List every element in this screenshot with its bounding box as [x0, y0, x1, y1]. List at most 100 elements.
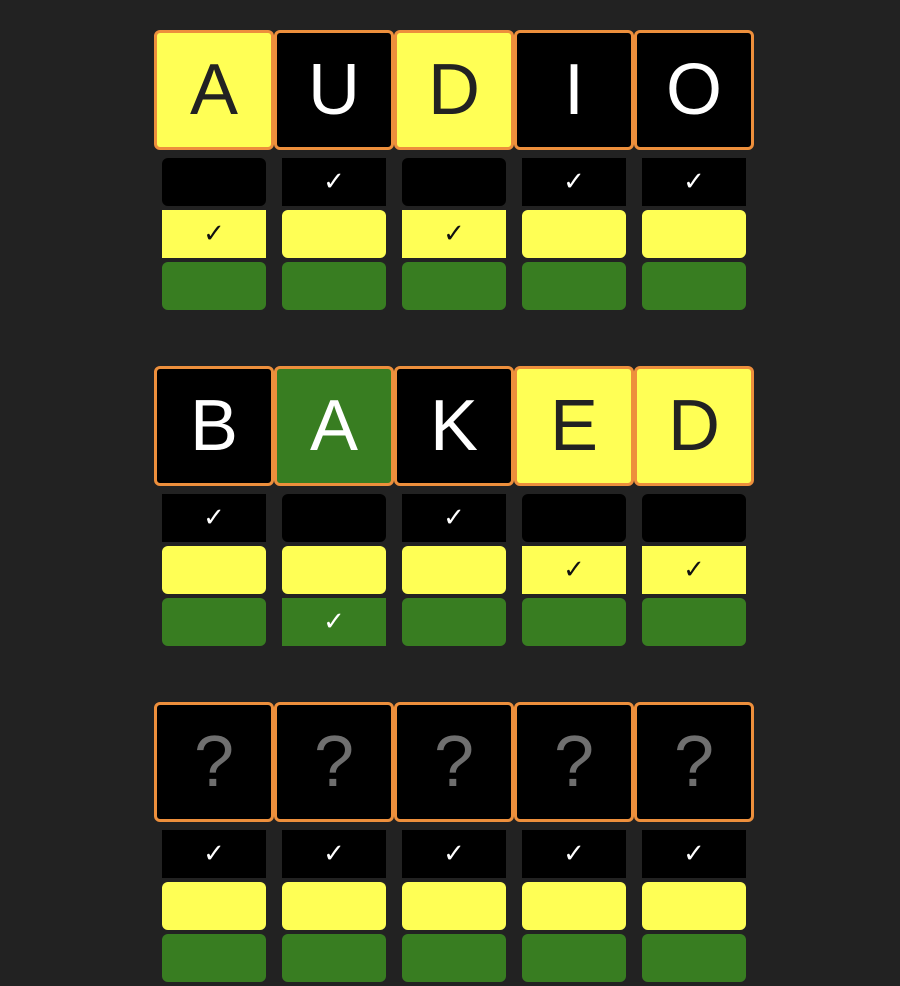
color-option-green[interactable] [402, 934, 506, 982]
color-option-green[interactable] [522, 262, 626, 310]
color-option-yellow[interactable]: ✓ [402, 210, 506, 258]
color-option-column: ✓ [642, 158, 746, 314]
color-option-green[interactable] [282, 934, 386, 982]
color-option-green[interactable] [162, 934, 266, 982]
color-option-black[interactable] [642, 494, 746, 542]
color-option-column: ✓ [402, 494, 506, 650]
color-option-column: ✓ [162, 830, 266, 986]
color-option-yellow[interactable] [282, 882, 386, 930]
letter-tile[interactable]: U [274, 30, 394, 150]
color-option-column: ✓ [402, 830, 506, 986]
checkmark-icon: ✓ [563, 839, 585, 869]
letter-tiles: BAKED [154, 366, 754, 486]
letter-tile[interactable]: ? [154, 702, 274, 822]
color-option-column: ✓ [282, 158, 386, 314]
guess-row-2: B A K E D ✓ ✓ ✓ ✓ ✓ [154, 366, 754, 650]
checkmark-icon: ✓ [323, 167, 345, 197]
guess-row-3: ????? ✓ ✓ ✓ ✓ ✓ [154, 702, 754, 986]
color-option-black[interactable] [282, 494, 386, 542]
color-option-black[interactable]: ✓ [642, 830, 746, 878]
color-option-black[interactable]: ✓ [402, 830, 506, 878]
letter-tile[interactable]: ? [394, 702, 514, 822]
color-option-black[interactable]: ✓ [162, 494, 266, 542]
checkmark-icon: ✓ [563, 167, 585, 197]
color-option-yellow[interactable]: ✓ [522, 546, 626, 594]
color-option-column: ✓ [162, 494, 266, 650]
checkmark-icon: ✓ [683, 167, 705, 197]
letter-tile[interactable]: B [154, 366, 274, 486]
checkmark-icon: ✓ [323, 607, 345, 637]
color-option-green[interactable] [162, 598, 266, 646]
color-option-green[interactable] [642, 598, 746, 646]
letter-tile[interactable]: A [154, 30, 274, 150]
checkmark-icon: ✓ [563, 555, 585, 585]
color-options: ✓ ✓ ✓ ✓ ✓ [154, 830, 754, 986]
color-option-black[interactable] [402, 158, 506, 206]
color-option-yellow[interactable]: ✓ [162, 210, 266, 258]
checkmark-icon: ✓ [203, 219, 225, 249]
color-option-green[interactable] [642, 934, 746, 982]
color-option-yellow[interactable] [282, 210, 386, 258]
color-option-yellow[interactable] [162, 546, 266, 594]
letter-tile[interactable]: ? [514, 702, 634, 822]
checkmark-icon: ✓ [203, 503, 225, 533]
color-option-yellow[interactable] [162, 882, 266, 930]
color-option-column: ✓ [282, 830, 386, 986]
color-option-yellow[interactable] [642, 882, 746, 930]
color-option-yellow[interactable] [522, 210, 626, 258]
letter-tile[interactable]: D [634, 366, 754, 486]
color-option-black[interactable]: ✓ [522, 830, 626, 878]
color-option-yellow[interactable] [522, 882, 626, 930]
letter-tile[interactable]: K [394, 366, 514, 486]
color-option-column: ✓ [282, 494, 386, 650]
color-option-column: ✓ [162, 158, 266, 314]
color-option-green[interactable] [522, 934, 626, 982]
checkmark-icon: ✓ [443, 219, 465, 249]
color-options: ✓ ✓ ✓ ✓ ✓ [154, 158, 754, 314]
letter-tile[interactable]: ? [634, 702, 754, 822]
checkmark-icon: ✓ [683, 555, 705, 585]
checkmark-icon: ✓ [683, 839, 705, 869]
color-option-yellow[interactable] [642, 210, 746, 258]
letter-tile[interactable]: D [394, 30, 514, 150]
color-option-black[interactable]: ✓ [402, 494, 506, 542]
color-option-green[interactable] [162, 262, 266, 310]
color-option-green[interactable]: ✓ [282, 598, 386, 646]
color-option-green[interactable] [522, 598, 626, 646]
color-option-black[interactable]: ✓ [522, 158, 626, 206]
letter-tile[interactable]: E [514, 366, 634, 486]
color-option-column: ✓ [522, 494, 626, 650]
checkmark-icon: ✓ [203, 839, 225, 869]
color-option-black[interactable]: ✓ [162, 830, 266, 878]
color-option-green[interactable] [642, 262, 746, 310]
color-option-black[interactable]: ✓ [282, 830, 386, 878]
checkmark-icon: ✓ [443, 839, 465, 869]
guess-row-1: A U D I O ✓ ✓ ✓ ✓ ✓ [154, 30, 754, 314]
color-option-green[interactable] [282, 262, 386, 310]
color-option-black[interactable]: ✓ [642, 158, 746, 206]
letter-tile[interactable]: ? [274, 702, 394, 822]
color-option-green[interactable] [402, 262, 506, 310]
letter-tile[interactable]: I [514, 30, 634, 150]
letter-tile[interactable]: A [274, 366, 394, 486]
color-option-yellow[interactable] [282, 546, 386, 594]
checkmark-icon: ✓ [443, 503, 465, 533]
color-option-black[interactable] [522, 494, 626, 542]
letter-tile[interactable]: O [634, 30, 754, 150]
color-option-yellow[interactable] [402, 882, 506, 930]
color-option-yellow[interactable]: ✓ [642, 546, 746, 594]
color-options: ✓ ✓ ✓ ✓ ✓ [154, 494, 754, 650]
checkmark-icon: ✓ [323, 839, 345, 869]
color-option-column: ✓ [642, 830, 746, 986]
color-option-column: ✓ [642, 494, 746, 650]
color-option-black[interactable]: ✓ [282, 158, 386, 206]
color-option-column: ✓ [522, 830, 626, 986]
game-board: A U D I O ✓ ✓ ✓ ✓ ✓ B A K E D ✓ ✓ ✓ ✓ ✓????? ✓ ✓ ✓ ✓ ✓ [0, 0, 900, 982]
letter-tiles: ????? [154, 702, 754, 822]
color-option-column: ✓ [402, 158, 506, 314]
color-option-green[interactable] [402, 598, 506, 646]
color-option-yellow[interactable] [402, 546, 506, 594]
color-option-column: ✓ [522, 158, 626, 314]
letter-tiles: AUDIO [154, 30, 754, 150]
color-option-black[interactable] [162, 158, 266, 206]
